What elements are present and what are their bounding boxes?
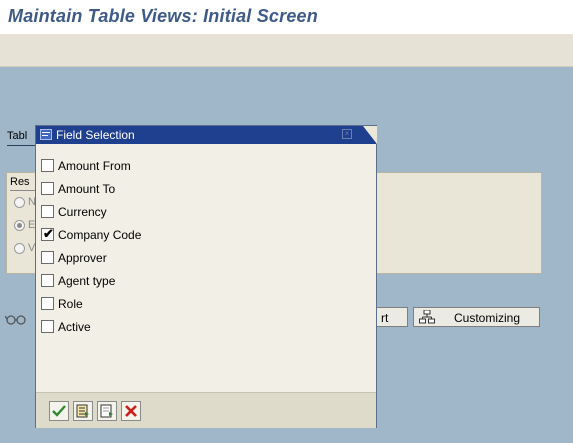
field-label: Company Code <box>58 228 142 242</box>
green-check-icon <box>52 405 66 417</box>
field-label: Active <box>58 320 91 334</box>
field-row-company-code[interactable]: ✔ Company Code <box>41 226 241 244</box>
dialog-window-icon <box>40 129 52 140</box>
field-label: Role <box>58 297 83 311</box>
field-label: Approver <box>58 251 107 265</box>
checkmark-icon: ✔ <box>43 226 54 241</box>
screen-title: Maintain Table Views: Initial Screen <box>8 6 318 26</box>
field-label: Currency <box>58 205 107 219</box>
table-field-label: Tabl <box>7 130 28 142</box>
partial-button-label: rt <box>381 311 389 325</box>
titlebar-corner <box>363 126 377 144</box>
dialog-titlebar[interactable]: Field Selection × <box>36 126 377 144</box>
field-row-approver[interactable]: Approver <box>41 249 241 267</box>
agent-type-checkbox[interactable] <box>41 274 54 287</box>
radio-option-1[interactable] <box>14 197 25 208</box>
approver-checkbox[interactable] <box>41 251 54 264</box>
application-toolbar <box>0 34 573 67</box>
customizing-button-label: Customizing <box>454 311 521 325</box>
cancel-button[interactable] <box>121 401 141 421</box>
close-icon[interactable]: × <box>342 129 352 139</box>
field-row-role[interactable]: Role <box>41 295 241 313</box>
deselect-all-icon <box>100 404 113 418</box>
field-label: Amount From <box>58 159 131 173</box>
field-label: Amount To <box>58 182 116 196</box>
title-bar: Maintain Table Views: Initial Screen <box>0 0 573 34</box>
hierarchy-icon <box>419 309 435 324</box>
field-row-amount-to[interactable]: Amount To <box>41 180 241 198</box>
active-checkbox[interactable] <box>41 320 54 333</box>
radio-option-3[interactable] <box>14 243 25 254</box>
amount-from-checkbox[interactable] <box>41 159 54 172</box>
field-row-active[interactable]: Active <box>41 318 241 336</box>
field-row-currency[interactable]: Currency <box>41 203 241 221</box>
field-row-agent-type[interactable]: Agent type <box>41 272 241 290</box>
radio-option-2[interactable] <box>14 220 25 231</box>
customizing-button[interactable]: Customizing <box>413 307 540 327</box>
deselect-all-button[interactable] <box>97 401 117 421</box>
glasses-icon[interactable] <box>4 311 35 329</box>
currency-checkbox[interactable] <box>41 205 54 218</box>
role-checkbox[interactable] <box>41 297 54 310</box>
red-x-icon <box>125 405 137 417</box>
field-selection-dialog: Field Selection × Amount From Amount To … <box>35 125 377 428</box>
company-code-checkbox[interactable]: ✔ <box>41 226 54 241</box>
dialog-title: Field Selection <box>56 128 135 142</box>
field-row-amount-from[interactable]: Amount From <box>41 157 241 175</box>
field-list: Amount From Amount To Currency ✔ Company… <box>36 144 376 392</box>
amount-to-checkbox[interactable] <box>41 182 54 195</box>
field-label: Agent type <box>58 274 116 288</box>
dialog-footer <box>36 392 376 428</box>
confirm-button[interactable] <box>49 401 69 421</box>
select-all-button[interactable] <box>73 401 93 421</box>
restrict-group-title: Res <box>10 176 38 191</box>
select-all-icon <box>76 404 89 418</box>
